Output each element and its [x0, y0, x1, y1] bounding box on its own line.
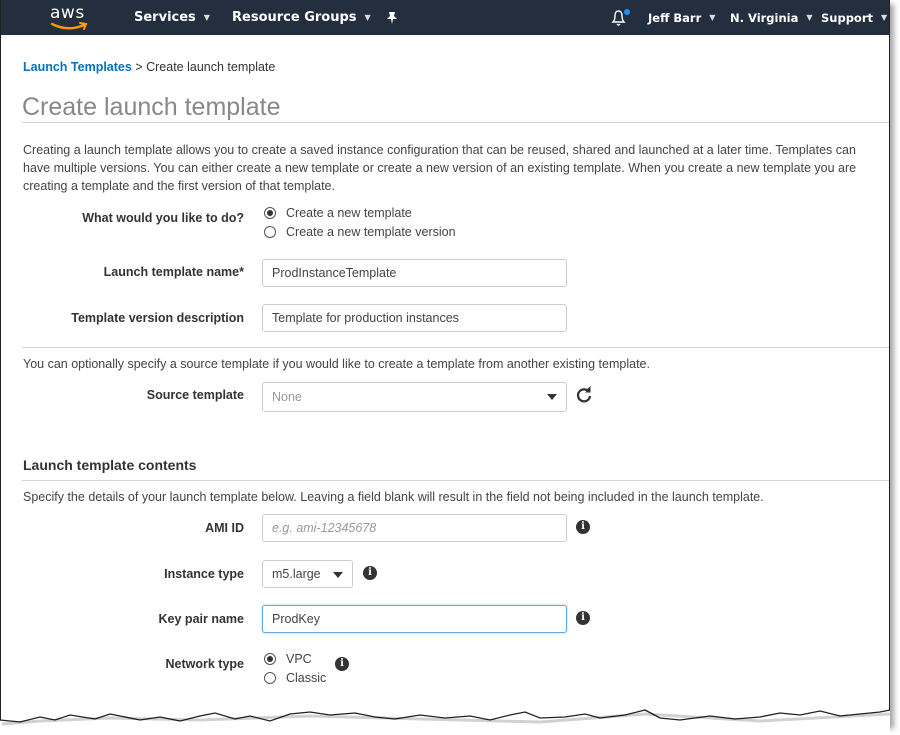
contents-hint-text: Specify the details of your launch templ…	[23, 490, 764, 504]
pin-icon	[387, 11, 397, 24]
divider	[22, 480, 889, 481]
info-icon[interactable]: i	[363, 566, 377, 580]
support-menu[interactable]: Support ▼	[821, 0, 887, 35]
source-template-select[interactable]: None	[262, 382, 567, 412]
chevron-down-icon: ▼	[364, 13, 371, 22]
torn-edge-decoration	[0, 709, 891, 735]
radio-button-checked[interactable]	[264, 653, 276, 665]
intro-text: Creating a launch template allows you to…	[23, 143, 857, 193]
region-menu[interactable]: N. Virginia ▼	[730, 0, 813, 35]
version-description-input[interactable]: Template for production instances	[262, 304, 567, 332]
source-hint-text: You can optionally specify a source temp…	[23, 357, 650, 371]
support-label: Support	[821, 10, 874, 25]
radio-network-classic[interactable]: Classic	[264, 671, 326, 685]
resource-groups-label: Resource Groups	[232, 10, 357, 25]
user-menu[interactable]: Jeff Barr ▼	[648, 0, 715, 35]
services-label: Services	[134, 10, 196, 25]
radio-button[interactable]	[264, 226, 276, 238]
info-icon[interactable]: i	[576, 611, 590, 625]
chevron-down-icon: ▼	[203, 13, 210, 22]
radio-create-new-template[interactable]: Create a new template	[264, 206, 412, 220]
action-label: What would you like to do?	[82, 211, 244, 225]
caret-down-icon	[333, 572, 343, 578]
radio-create-template-version[interactable]: Create a new template version	[264, 225, 456, 239]
top-navbar: aws Services ▼ Resource Groups ▼ Jeff Ba…	[1, 0, 889, 35]
radio-label: Create a new template	[286, 206, 412, 220]
breadcrumb-separator: >	[135, 60, 143, 74]
radio-button[interactable]	[264, 672, 276, 684]
radio-label: Create a new template version	[286, 225, 456, 239]
ami-id-label: AMI ID	[205, 521, 244, 535]
radio-label: Classic	[286, 671, 327, 685]
instance-type-label: Instance type	[164, 567, 244, 581]
source-template-label: Source template	[146, 388, 244, 402]
key-pair-input[interactable]: ProdKey	[262, 605, 567, 633]
template-name-input[interactable]: ProdInstanceTemplate	[262, 259, 567, 287]
resource-groups-menu[interactable]: Resource Groups ▼	[232, 0, 371, 35]
breadcrumb-current: Create launch template	[146, 60, 276, 74]
caret-down-icon	[547, 394, 557, 400]
refresh-button[interactable]	[575, 386, 593, 404]
ami-id-input[interactable]: e.g. ami-12345678	[262, 514, 567, 542]
network-type-label: Network type	[165, 657, 245, 671]
radio-label: VPC	[286, 652, 312, 666]
info-icon[interactable]: i	[335, 657, 349, 671]
template-name-label: Launch template name*	[103, 265, 244, 279]
info-icon[interactable]: i	[576, 520, 590, 534]
version-description-label: Template version description	[71, 311, 244, 325]
instance-type-select[interactable]: m5.large	[262, 560, 353, 588]
aws-logo[interactable]: aws	[48, 3, 92, 33]
radio-button-checked[interactable]	[264, 207, 276, 219]
radio-network-vpc[interactable]: VPC	[264, 652, 312, 666]
aws-smile-icon	[50, 22, 88, 30]
bell-icon	[611, 9, 630, 26]
region-label: N. Virginia	[730, 10, 799, 25]
notifications-button[interactable]	[609, 8, 631, 28]
refresh-icon	[576, 386, 592, 403]
breadcrumb-launch-templates-link[interactable]: Launch Templates	[23, 60, 132, 74]
source-template-value: None	[272, 390, 302, 404]
divider	[22, 347, 889, 348]
divider	[22, 122, 889, 123]
breadcrumb: Launch Templates > Create launch templat…	[23, 60, 275, 74]
pin-button[interactable]	[386, 0, 398, 35]
chevron-down-icon: ▼	[806, 13, 813, 22]
aws-logo-text: aws	[50, 3, 85, 23]
key-pair-label: Key pair name	[158, 612, 244, 626]
chevron-down-icon: ▼	[709, 13, 716, 22]
instance-type-value: m5.large	[272, 567, 321, 581]
console-window: aws Services ▼ Resource Groups ▼ Jeff Ba…	[0, 0, 890, 725]
contents-section-title: Launch template contents	[23, 457, 197, 473]
services-menu[interactable]: Services ▼	[134, 0, 210, 35]
chevron-down-icon: ▼	[881, 13, 888, 22]
user-label: Jeff Barr	[648, 10, 702, 25]
page-title: Create launch template	[22, 93, 281, 121]
